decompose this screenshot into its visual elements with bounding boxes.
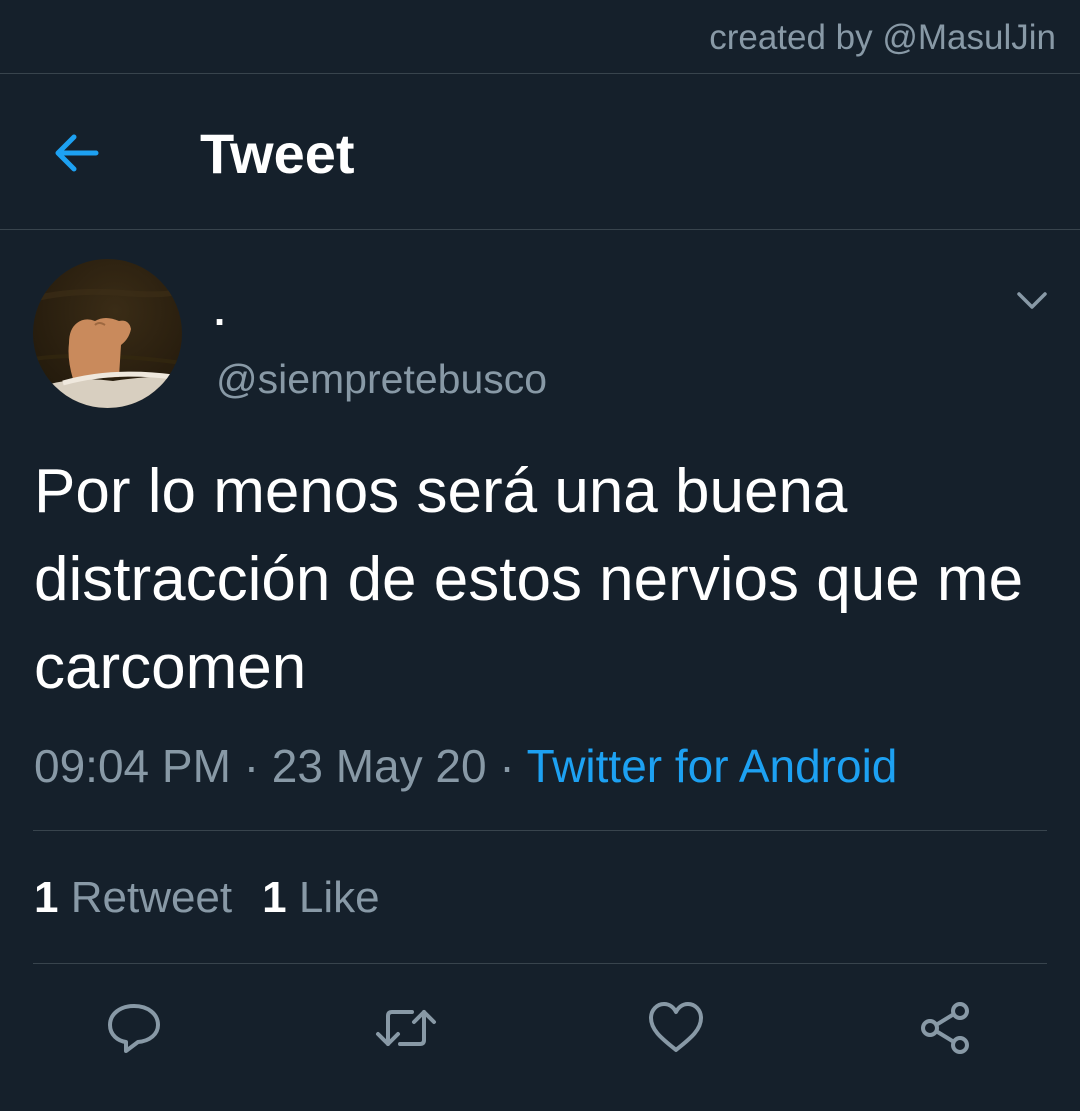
avatar[interactable] [33, 259, 182, 408]
retweet-count-number: 1 [34, 873, 59, 922]
divider [33, 963, 1047, 964]
like-count-label: Like [298, 873, 380, 922]
credit-bar: created by @MasulJin [0, 0, 1080, 74]
reply-icon [108, 1004, 160, 1053]
like-count-number: 1 [262, 873, 287, 922]
meta-separator: · [499, 740, 515, 792]
reply-button[interactable] [104, 998, 164, 1058]
retweet-icon [376, 1010, 436, 1046]
display-name: . [214, 290, 226, 334]
engagement-counts: 1 Retweet 1 Like [34, 872, 380, 924]
share-icon [921, 1002, 969, 1054]
more-options-button[interactable] [1012, 282, 1052, 318]
heart-icon [649, 1002, 703, 1052]
arrow-left-icon [55, 134, 99, 172]
chevron-down-icon [1017, 292, 1047, 309]
user-handle[interactable]: @siempretebusco [216, 356, 547, 402]
tweet-date: 23 May 20 [271, 740, 487, 792]
meta-separator: · [243, 740, 260, 792]
avatar-image [33, 286, 182, 408]
tweet-meta: 09:04 PM · 23 May 20 · Twitter for Andro… [34, 738, 897, 794]
top-app-bar: Tweet [0, 74, 1080, 230]
back-button[interactable] [44, 122, 108, 182]
tweet-time: 09:04 PM [34, 740, 231, 792]
page-title: Tweet [200, 122, 355, 185]
tweet-source-link[interactable]: Twitter for Android [527, 740, 898, 792]
tweet-text: Por lo menos será una buena distracción … [34, 457, 1024, 702]
divider [33, 830, 1047, 831]
share-button[interactable] [916, 998, 976, 1058]
credit-text: created by @MasulJin [709, 18, 1056, 57]
like-count[interactable]: 1 Like [262, 872, 379, 924]
like-button[interactable] [646, 998, 706, 1058]
retweet-count[interactable]: 1 Retweet [34, 872, 232, 924]
retweet-button[interactable] [374, 998, 436, 1058]
retweet-count-label: Retweet [70, 873, 233, 922]
